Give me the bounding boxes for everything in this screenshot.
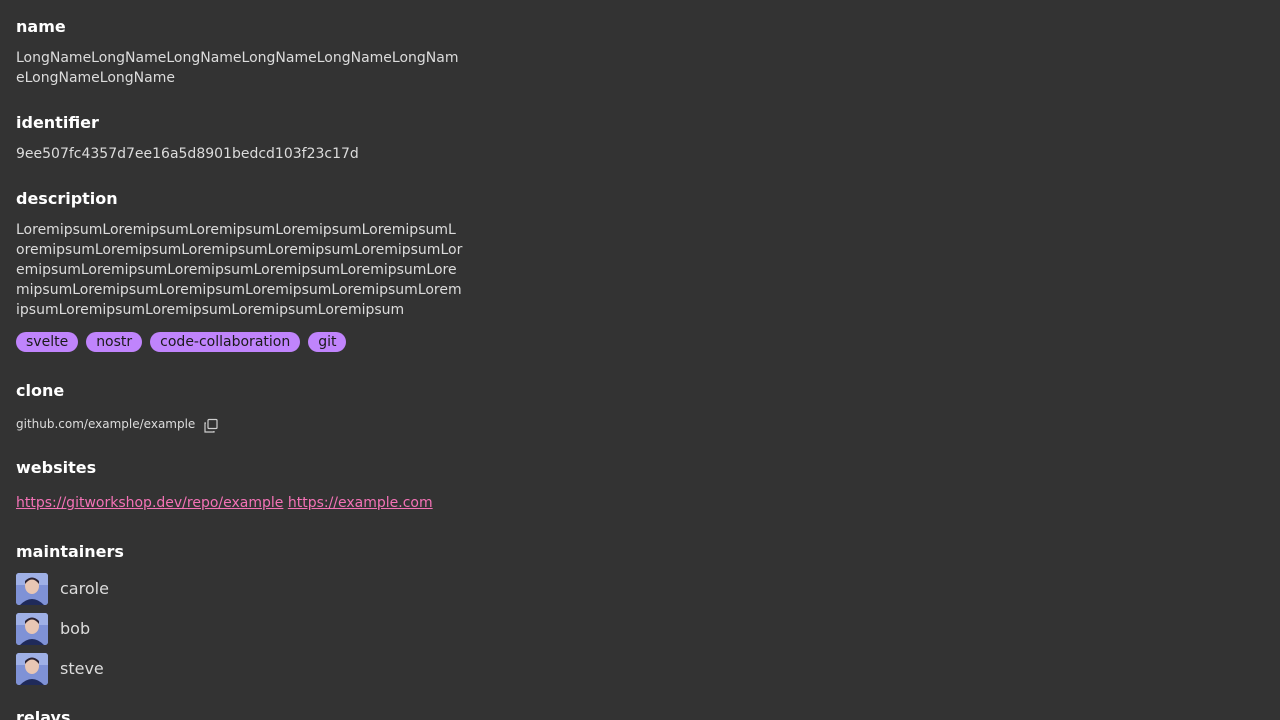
tag-badge[interactable]: git: [308, 332, 347, 352]
identifier-heading: identifier: [16, 113, 99, 132]
copy-icon[interactable]: [203, 418, 219, 434]
maintainer-item[interactable]: carole: [16, 573, 109, 605]
repo-identifier: 9ee507fc4357d7ee16a5d8901bedcd103f23c17d: [16, 146, 359, 162]
maintainer-name: bob: [60, 619, 91, 638]
avatar: [16, 573, 48, 605]
maintainer-item[interactable]: bob: [16, 613, 90, 645]
maintainer-name: carole: [60, 579, 109, 598]
websites-links: https://gitworkshop.dev/repo/example htt…: [16, 493, 433, 513]
clone-row: github.com/example/example: [16, 414, 219, 434]
avatar: [16, 613, 48, 645]
name-heading: name: [16, 17, 66, 36]
description-heading: description: [16, 189, 118, 208]
tag-badge[interactable]: svelte: [16, 332, 79, 352]
repo-description: LoremipsumLoremipsumLoremipsumLoremipsum…: [16, 222, 463, 318]
clone-heading: clone: [16, 381, 65, 400]
tag-list: svelte nostr code-collaboration git: [16, 332, 347, 352]
avatar: [16, 653, 48, 685]
maintainer-item[interactable]: steve: [16, 653, 104, 685]
maintainers-heading: maintainers: [16, 542, 124, 561]
clone-url: github.com/example/example: [16, 417, 196, 431]
websites-heading: websites: [16, 458, 97, 477]
repo-name: LongNameLongNameLongNameLongNameLongName…: [16, 50, 459, 86]
website-link[interactable]: https://example.com: [288, 495, 433, 511]
tag-badge[interactable]: nostr: [86, 332, 143, 352]
maintainer-name: steve: [60, 659, 104, 678]
relays-heading: relays: [16, 708, 71, 720]
tag-badge[interactable]: code-collaboration: [150, 332, 301, 352]
website-link[interactable]: https://gitworkshop.dev/repo/example: [16, 495, 283, 511]
